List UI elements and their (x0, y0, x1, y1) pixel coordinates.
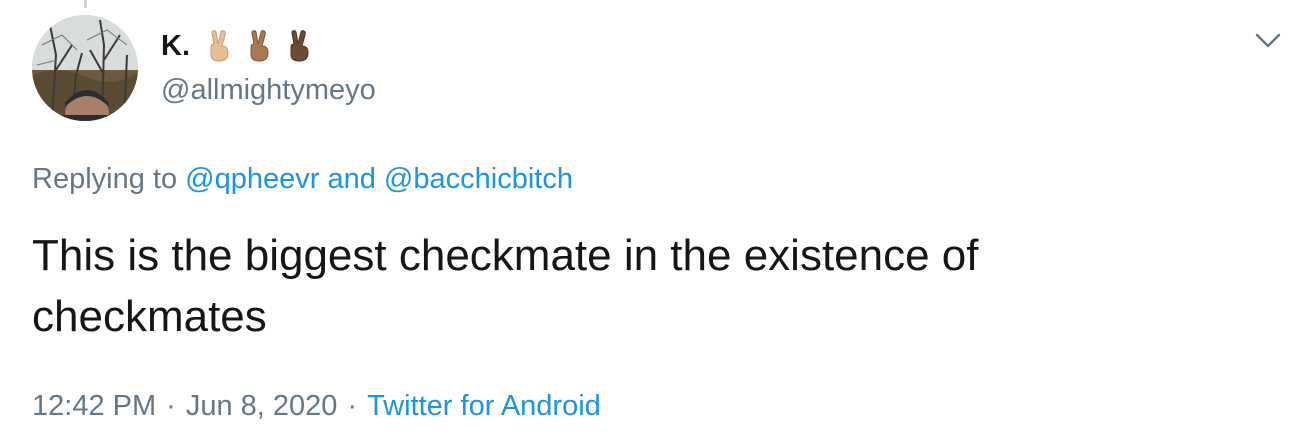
victory-hand-light-skin-icon (210, 30, 229, 62)
avatar[interactable] (32, 15, 138, 121)
tweet-date[interactable]: Jun 8, 2020 (186, 390, 338, 422)
display-name[interactable]: K. (161, 25, 190, 67)
tweet-text-line-2: checkmates (32, 292, 267, 341)
thread-connector-line (84, 0, 87, 8)
tweet-text-line-1: This is the biggest checkmate in the exi… (32, 231, 979, 280)
name-emoji-group (204, 29, 314, 63)
tweet-text: This is the biggest checkmate in the exi… (32, 225, 1232, 347)
replying-to-line: Replying to @qpheevr and @bacchicbitch (32, 160, 573, 198)
chevron-down-icon (1255, 33, 1281, 48)
author-handle[interactable]: @allmightymeyo (161, 72, 376, 108)
tweet-meta: 12:42 PM · Jun 8, 2020 · Twitter for Android (32, 387, 601, 425)
reply-and: and (327, 163, 376, 195)
meta-separator: · (347, 390, 358, 422)
avatar-image (32, 15, 138, 121)
tweet-source-link[interactable]: Twitter for Android (367, 390, 601, 422)
victory-hand-medium-skin-icon (250, 30, 269, 62)
replying-to-label: Replying to (32, 163, 178, 195)
author-name-row: K. (161, 25, 314, 67)
tweet-time[interactable]: 12:42 PM (32, 390, 156, 422)
reply-mention-2[interactable]: @bacchicbitch (384, 163, 573, 195)
reply-mention-1[interactable]: @qpheevr (185, 163, 319, 195)
more-options-button[interactable] (1252, 27, 1284, 55)
victory-hand-dark-skin-icon (290, 30, 309, 62)
meta-separator: · (166, 390, 176, 422)
